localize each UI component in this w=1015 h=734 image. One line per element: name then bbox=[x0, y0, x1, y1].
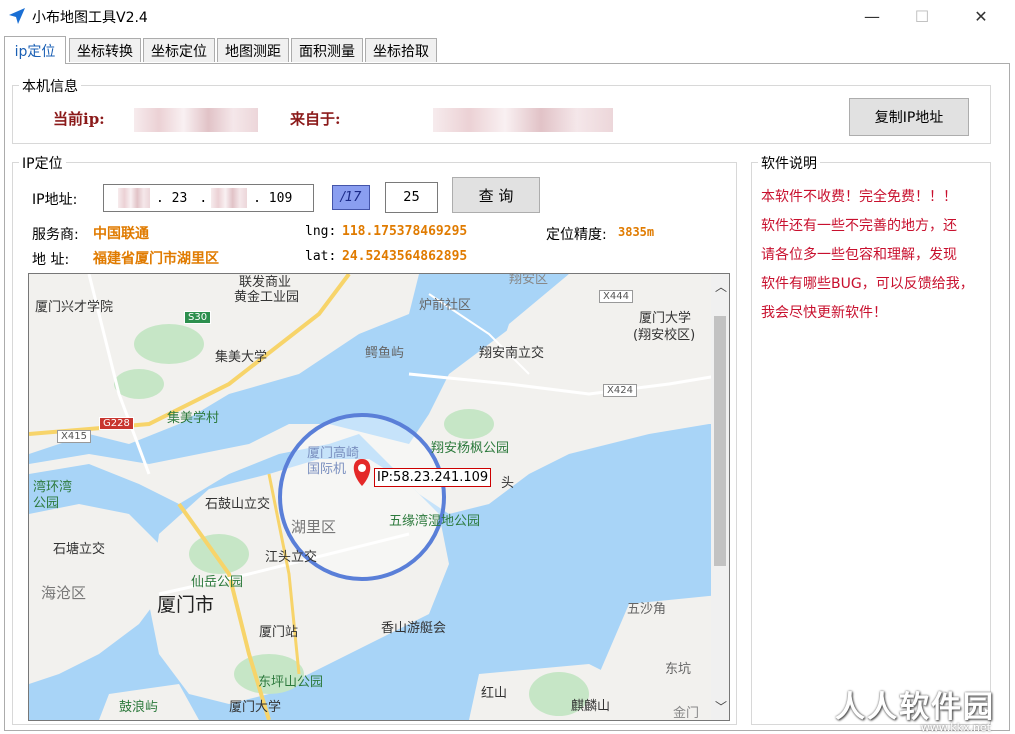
map-label: 五缘湾湿地公园 bbox=[389, 514, 481, 529]
ip-seg3-redacted bbox=[211, 188, 248, 208]
title-bar: 小布地图工具V2.4 — ☐ ✕ bbox=[0, 0, 1015, 32]
accuracy-value: 3835m bbox=[618, 225, 655, 239]
scroll-down-icon[interactable]: ﹀ bbox=[715, 698, 727, 715]
lat-label: lat: bbox=[305, 249, 337, 264]
notes-line: 软件有哪些BUG，可以反馈给我， bbox=[761, 276, 974, 292]
window-title: 小布地图工具V2.4 bbox=[32, 10, 148, 26]
map-label: 翔安区 bbox=[509, 273, 549, 287]
subnet-mask-field[interactable]: /17 bbox=[332, 185, 370, 210]
road-x424: X424 bbox=[603, 384, 637, 397]
current-ip-redacted bbox=[134, 108, 258, 132]
scroll-up-icon[interactable]: ︿ bbox=[715, 278, 727, 295]
copy-ip-button[interactable]: 复制IP地址 bbox=[849, 98, 969, 136]
notes-line: 本软件不收费！完全免费！！！ bbox=[761, 189, 957, 205]
address-label: 地 址: bbox=[32, 252, 70, 268]
lat-value: 24.5243564862895 bbox=[342, 249, 468, 264]
map-label: 东坑 bbox=[665, 662, 692, 677]
tab-ip-locate[interactable]: ip定位 bbox=[4, 36, 66, 64]
map-label: 翔安杨枫公园 bbox=[431, 441, 510, 456]
map-label: 香山游艇会 bbox=[381, 621, 447, 636]
ip-seg1-redacted bbox=[118, 188, 150, 208]
query-button[interactable]: 查 询 bbox=[452, 177, 540, 213]
ip-location-popup: IP:58.23.241.109 bbox=[374, 468, 492, 487]
map-label: 集美学村 bbox=[167, 411, 220, 426]
map-label: 厦门兴才学院 bbox=[35, 300, 114, 315]
isp-label: 服务商: bbox=[32, 227, 79, 243]
map-canvas bbox=[29, 274, 729, 720]
lng-value: 118.175378469295 bbox=[342, 224, 468, 239]
map-label: 厦门大学 bbox=[229, 700, 282, 715]
mask-value-input[interactable]: 25 bbox=[385, 182, 438, 213]
ip-address-label: IP地址: bbox=[32, 192, 78, 208]
map-label: 头 bbox=[501, 476, 515, 491]
map-label: 厦门市 bbox=[157, 594, 215, 616]
notes-line: 软件还有一些不完善的地方，还 bbox=[761, 218, 957, 234]
map-scrollbar[interactable]: ︿ ﹀ bbox=[711, 274, 729, 720]
software-notes-title: 软件说明 bbox=[758, 153, 820, 173]
map-label: (翔安校区) bbox=[633, 328, 696, 343]
current-ip-label: 当前ip: bbox=[53, 110, 105, 128]
navigation-arrow-icon bbox=[9, 8, 25, 24]
watermark: 人人软件园 bbox=[835, 690, 995, 725]
map-label: 仙岳公园 bbox=[191, 575, 244, 590]
road-x415: X415 bbox=[57, 430, 91, 443]
map-label: 公园 bbox=[33, 496, 60, 511]
close-button[interactable]: ✕ bbox=[958, 0, 1004, 32]
road-g228: G228 bbox=[99, 417, 134, 430]
ip-seg3-dot: . bbox=[199, 190, 208, 206]
map-label: 鼓浪屿 bbox=[119, 700, 159, 715]
tab-map-distance[interactable]: 地图测距 bbox=[217, 38, 289, 62]
watermark-url: www.kkx.net bbox=[920, 721, 991, 734]
address-value: 福建省厦门市湖里区 bbox=[93, 251, 219, 267]
road-x444: X444 bbox=[599, 290, 633, 303]
tab-coord-pick[interactable]: 坐标拾取 bbox=[365, 38, 437, 62]
isp-value: 中国联通 bbox=[93, 226, 149, 242]
tab-area-measure[interactable]: 面积测量 bbox=[291, 38, 363, 62]
map-label: 江头立交 bbox=[265, 550, 318, 565]
accuracy-label: 定位精度: bbox=[546, 227, 607, 243]
tab-coord-locate[interactable]: 坐标定位 bbox=[143, 38, 215, 62]
map-label: 厦门站 bbox=[259, 625, 299, 640]
map-label: 海沧区 bbox=[41, 584, 87, 602]
ip-seg2: . 23 bbox=[156, 190, 188, 206]
lng-label: lng: bbox=[305, 224, 337, 239]
notes-line: 我会尽快更新软件！ bbox=[761, 305, 887, 321]
map-label: 联发商业 bbox=[239, 275, 292, 290]
from-label: 来自于: bbox=[290, 110, 341, 128]
from-location-redacted bbox=[433, 108, 613, 132]
local-info-group: 本机信息 当前ip: 来自于: 复制IP地址 bbox=[12, 76, 991, 144]
tab-coord-convert[interactable]: 坐标转换 bbox=[69, 38, 141, 62]
maximize-button[interactable]: ☐ bbox=[899, 0, 945, 32]
road-s30: S30 bbox=[184, 311, 212, 324]
ip-seg4: . 109 bbox=[253, 190, 293, 206]
map-view[interactable]: S30 X444 X424 G228 X415 厦门兴才学院 黄金工业园 联发商… bbox=[28, 273, 730, 721]
map-label: 五沙角 bbox=[627, 602, 667, 617]
map-label: 石塘立交 bbox=[53, 542, 106, 557]
map-label: 翔安南立交 bbox=[479, 346, 545, 361]
minimize-button[interactable]: — bbox=[849, 0, 895, 32]
map-label: 国际机 bbox=[307, 462, 347, 477]
software-notes-text: 本软件不收费！完全免费！！！ 软件还有一些不完善的地方，还 请各位多一些包容和理… bbox=[761, 183, 986, 328]
map-label: 金门 bbox=[673, 706, 700, 721]
map-label: 鳄鱼屿 bbox=[365, 346, 405, 361]
scroll-thumb[interactable] bbox=[714, 316, 726, 566]
map-label: 麒麟山 bbox=[571, 699, 611, 714]
notes-line: 请各位多一些包容和理解，发现 bbox=[761, 247, 957, 263]
ip-locate-title: IP定位 bbox=[19, 153, 66, 173]
software-notes-group: 软件说明 本软件不收费！完全免费！！！ 软件还有一些不完善的地方，还 请各位多一… bbox=[751, 153, 991, 725]
map-label: 湖里区 bbox=[291, 518, 337, 536]
map-label: 东坪山公园 bbox=[258, 675, 324, 690]
map-label: 红山 bbox=[481, 686, 508, 701]
local-info-title: 本机信息 bbox=[19, 76, 81, 96]
map-label: 集美大学 bbox=[215, 350, 268, 365]
ip-address-input[interactable]: . 23 . . 109 bbox=[103, 184, 314, 212]
map-label: 炉前社区 bbox=[419, 298, 472, 313]
map-label: 石鼓山立交 bbox=[205, 497, 271, 512]
tab-panel: 本机信息 当前ip: 来自于: 复制IP地址 IP定位 IP地址: . 23 .… bbox=[4, 63, 1010, 731]
